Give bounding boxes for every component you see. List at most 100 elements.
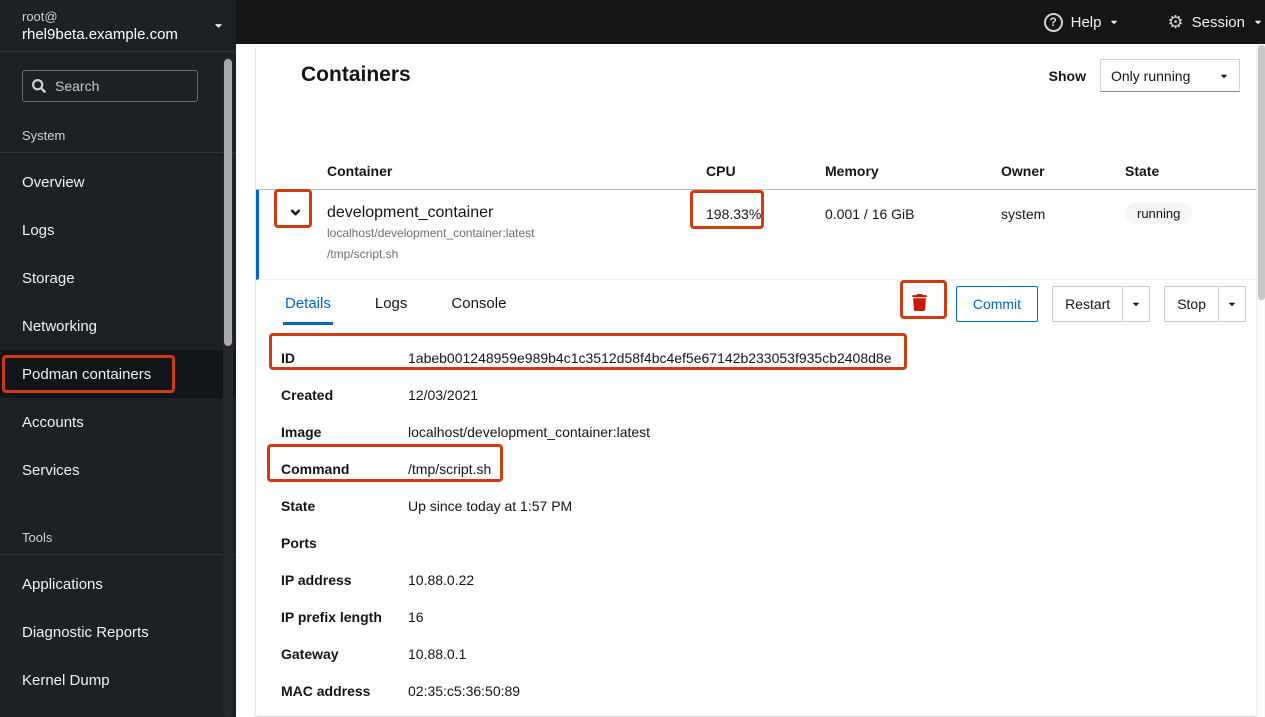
- host-user: root@: [22, 8, 58, 24]
- detail-row-id: ID 1abeb001248959e989b4c1c3512d58f4bc4ef…: [281, 340, 1256, 377]
- sidebar-scrollbar[interactable]: [223, 56, 233, 717]
- detail-label: Image: [281, 424, 322, 440]
- sidebar-item-services[interactable]: Services: [0, 446, 236, 494]
- status-badge: running: [1125, 203, 1193, 224]
- sidebar-item-overview[interactable]: Overview: [0, 158, 236, 206]
- detail-row-ports: Ports: [281, 525, 1256, 562]
- detail-value: Up since today at 1:57 PM: [408, 498, 573, 514]
- angle-down-icon: [288, 205, 303, 223]
- page-title: Containers: [301, 63, 411, 86]
- container-state-cell: running: [1125, 190, 1256, 279]
- sidebar-item-podman-containers[interactable]: Podman containers: [0, 350, 236, 398]
- detail-value: 02:35:c5:36:50:89: [408, 683, 521, 699]
- show-filter: Show Only running: [1049, 59, 1240, 92]
- sidebar-item-applications[interactable]: Applications: [0, 560, 236, 608]
- restart-button[interactable]: Restart: [1053, 287, 1122, 321]
- container-name-cell: development_container localhost/developm…: [327, 190, 706, 279]
- search-icon: [32, 79, 46, 98]
- sidebar-item-accounts[interactable]: Accounts: [0, 398, 236, 446]
- tab-console[interactable]: Console: [449, 282, 508, 325]
- detail-value: /tmp/script.sh: [408, 461, 492, 477]
- container-name: development_container: [327, 204, 494, 221]
- session-label: Session: [1191, 13, 1245, 31]
- caret-down-icon: [1219, 71, 1229, 81]
- trash-icon: [912, 293, 928, 314]
- detail-row-created: Created 12/03/2021: [281, 377, 1256, 414]
- detail-value: 12/03/2021: [408, 387, 479, 403]
- show-label: Show: [1048, 67, 1086, 84]
- container-actions: Commit Restart Stop: [897, 284, 1246, 323]
- table-header: Container CPU Memory Owner State: [256, 154, 1256, 190]
- main-scrollbar-thumb[interactable]: [1258, 45, 1265, 300]
- nav-section-system: System: [0, 128, 236, 153]
- detail-value: [408, 534, 1256, 553]
- tab-logs[interactable]: Logs: [373, 282, 410, 325]
- session-menu[interactable]: ⚙ Session: [1155, 0, 1265, 44]
- delete-button[interactable]: [897, 284, 942, 323]
- detail-bar: Details Logs Console Commit Restart Stop: [256, 280, 1256, 325]
- sidebar-search: [22, 70, 198, 102]
- detail-row-image: Image localhost/development_container:la…: [281, 414, 1256, 451]
- main-scrollbar[interactable]: [1256, 44, 1265, 717]
- host-name: rhel9beta.example.com: [22, 25, 178, 43]
- detail-tabs: Details Logs Console: [283, 282, 508, 325]
- containers-card-header: Containers Show Only running: [256, 47, 1256, 92]
- stop-split-button: Stop: [1164, 285, 1246, 322]
- detail-value: 10.88.0.1: [408, 646, 467, 662]
- sidebar-item-logs[interactable]: Logs: [0, 206, 236, 254]
- restart-split-button: Restart: [1052, 285, 1151, 322]
- help-icon: ?: [1043, 12, 1063, 32]
- detail-value: 1abeb001248959e989b4c1c3512d58f4bc4ef5e6…: [408, 350, 892, 366]
- show-filter-value: Only running: [1111, 67, 1191, 84]
- col-state: State: [1125, 163, 1160, 179]
- detail-label: IP address: [281, 572, 352, 588]
- help-menu[interactable]: ? Help: [1032, 0, 1132, 44]
- sidebar-item-kernel-dump[interactable]: Kernel Dump: [0, 656, 236, 704]
- detail-row-ip-address: IP address 10.88.0.22: [281, 562, 1256, 599]
- chevron-down-icon: [1109, 17, 1119, 27]
- stop-dropdown-toggle[interactable]: [1218, 286, 1245, 321]
- sidebar-item-networking[interactable]: Networking: [0, 302, 236, 350]
- container-row[interactable]: development_container localhost/developm…: [256, 190, 1256, 280]
- stop-button[interactable]: Stop: [1165, 287, 1218, 321]
- masthead: ? Help ⚙ Session: [236, 0, 1265, 44]
- detail-row-gateway: Gateway 10.88.0.1: [281, 636, 1256, 673]
- expand-cell: [259, 190, 327, 279]
- detail-label: Created: [281, 387, 334, 403]
- sidebar: root@ rhel9beta.example.com System Overv…: [0, 0, 236, 717]
- sidebar-scrollbar-thumb[interactable]: [224, 59, 232, 346]
- sidebar-item-diagnostic-reports[interactable]: Diagnostic Reports: [0, 608, 236, 656]
- detail-label: IP prefix length: [281, 609, 382, 625]
- tab-details[interactable]: Details: [283, 282, 333, 325]
- chevron-down-icon: [213, 20, 224, 31]
- containers-card: Containers Show Only running Container C…: [256, 47, 1256, 716]
- detail-label: State: [281, 498, 316, 514]
- nav-section-tools: Tools: [0, 530, 236, 555]
- detail-value: 16: [408, 609, 424, 625]
- detail-row-mac-address: MAC address 02:35:c5:36:50:89: [281, 673, 1256, 710]
- container-memory: 0.001 / 16 GiB: [825, 206, 915, 222]
- host-switcher-labels: root@ rhel9beta.example.com: [22, 8, 213, 44]
- chevron-down-icon: [1253, 17, 1263, 27]
- detail-label: Command: [281, 461, 350, 477]
- show-filter-select[interactable]: Only running: [1100, 59, 1240, 92]
- col-expand: [256, 154, 327, 189]
- details-list: ID 1abeb001248959e989b4c1c3512d58f4bc4ef…: [281, 340, 1256, 710]
- commit-button[interactable]: Commit: [955, 285, 1039, 322]
- detail-label: Gateway: [281, 646, 339, 662]
- detail-label: Ports: [281, 535, 317, 551]
- container-image: localhost/development_container:latest: [327, 226, 535, 240]
- col-container: Container: [327, 163, 393, 179]
- detail-row-ip-prefix-length: IP prefix length 16: [281, 599, 1256, 636]
- main-content: Containers Show Only running Container C…: [236, 44, 1265, 717]
- container-owner: system: [1001, 206, 1046, 222]
- gear-icon: ⚙: [1167, 12, 1184, 32]
- search-input[interactable]: [22, 70, 198, 102]
- detail-label: MAC address: [281, 683, 371, 699]
- host-switcher[interactable]: root@ rhel9beta.example.com: [0, 0, 236, 52]
- restart-dropdown-toggle[interactable]: [1122, 286, 1149, 321]
- detail-value: localhost/development_container:latest: [408, 424, 651, 440]
- row-expand-button[interactable]: [277, 196, 313, 232]
- sidebar-item-storage[interactable]: Storage: [0, 254, 236, 302]
- container-command: /tmp/script.sh: [327, 247, 399, 261]
